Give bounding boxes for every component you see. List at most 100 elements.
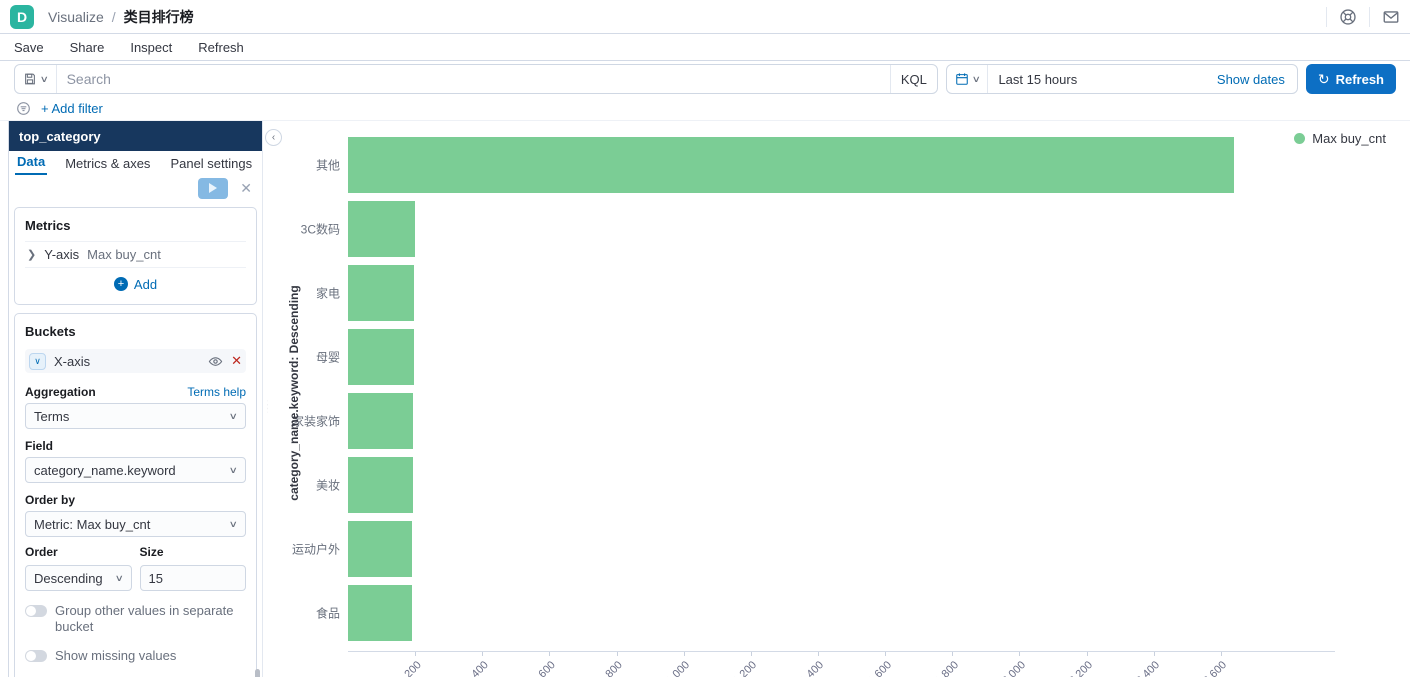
x-tick-label: 800 (603, 659, 626, 677)
bar-家装家饰[interactable] (348, 393, 413, 449)
breadcrumb-current: 类目排行榜 (123, 8, 194, 25)
order-label: Order (25, 545, 58, 559)
menu-item-share[interactable]: Share (70, 40, 105, 55)
bucket-x-axis-row[interactable]: ∨ X-axis ✕ (25, 349, 246, 373)
menu-item-save[interactable]: Save (14, 40, 44, 55)
header-actions (1314, 0, 1400, 33)
breadcrumb: Visualize / 类目排行榜 (48, 7, 194, 27)
bar-家电[interactable] (348, 265, 414, 321)
play-icon (209, 183, 218, 193)
x-tick-mark (482, 652, 484, 656)
filter-icon (17, 102, 30, 115)
space-avatar[interactable]: D (10, 4, 34, 29)
legend-label: Max buy_cnt (1312, 131, 1386, 146)
category-label-食品: 食品 (315, 606, 340, 621)
x-tick-label: 2,200 (1067, 659, 1096, 677)
toggle-show-missing-values[interactable]: Show missing values (25, 648, 246, 664)
add-metric-button[interactable]: + Add (25, 274, 246, 294)
date-picker: ∨ Last 15 hours Show dates (945, 64, 1298, 94)
chevron-right-icon: ❯ (27, 249, 37, 261)
toggle-group-other-values-in-separate-bucket[interactable]: Group other values in separate bucket (25, 603, 246, 636)
main-content: top_category Data Metrics & axes Panel set… (0, 121, 1410, 677)
toggle-label: Show missing values (55, 647, 177, 663)
order-select[interactable]: Descending ∨ (25, 565, 132, 591)
chevron-down-icon[interactable]: ∨ (29, 352, 46, 370)
category-label-美妆: 美妆 (315, 478, 340, 493)
field-label: Field (25, 439, 54, 453)
x-tick-label: 200 (402, 659, 424, 677)
index-pattern-title: top_category (9, 121, 262, 151)
x-tick-mark (885, 652, 887, 656)
discard-changes-icon[interactable]: ✕ (240, 180, 252, 197)
tab-metrics-axes[interactable]: Metrics & axes (63, 156, 152, 175)
date-quick-select-button[interactable]: ∨ (947, 65, 989, 93)
bar-运动户外[interactable] (348, 521, 412, 577)
metrics-title: Metrics (25, 218, 71, 233)
category-label-3c数码: 3C数码 (300, 222, 340, 237)
toggle-label: Group other values in separate bucket (55, 603, 234, 635)
legend-item[interactable]: Max buy_cnt (1294, 131, 1386, 146)
x-tick-mark (1019, 652, 1021, 656)
menu-item-inspect[interactable]: Inspect (130, 40, 172, 55)
tab-data[interactable]: Data (15, 154, 48, 175)
size-input[interactable] (139, 565, 246, 591)
help-icon[interactable] (1339, 8, 1357, 26)
chevron-down-icon: ∨ (39, 73, 49, 84)
x-tick-mark (549, 652, 551, 656)
aggregation-select[interactable]: Terms ∨ (25, 403, 246, 429)
size-label: Size (139, 545, 164, 559)
bar-其他[interactable] (348, 137, 1234, 193)
toggle-switch[interactable] (25, 649, 47, 662)
x-tick-label: 1,600 (865, 659, 894, 677)
add-filter-button[interactable]: + Add filter (41, 101, 103, 116)
bar-母婴[interactable] (348, 329, 414, 385)
apply-changes-button[interactable] (198, 177, 229, 199)
eye-icon[interactable] (208, 354, 223, 369)
top-nav-menu: Save Share Inspect Refresh (0, 34, 1410, 61)
sidebar-scrollbar[interactable] (255, 668, 260, 677)
category-label-家电: 家电 (315, 286, 340, 301)
order-by-select[interactable]: Metric: Max buy_cnt ∨ (25, 511, 246, 537)
metric-y-axis-row[interactable]: ❯ Y-axis Max buy_cnt (25, 241, 246, 268)
x-tick-label: 2,600 (1201, 659, 1230, 677)
remove-bucket-icon[interactable]: ✕ (231, 353, 242, 369)
x-tick-mark (750, 652, 752, 656)
show-dates-button[interactable]: Show dates (1205, 72, 1297, 87)
x-tick-mark (1086, 652, 1088, 656)
collapse-sidebar-button[interactable]: ‹ (265, 129, 282, 146)
calendar-icon (956, 73, 968, 85)
terms-help-link[interactable]: Terms help (187, 385, 246, 399)
mail-icon[interactable] (1382, 8, 1400, 26)
query-language-button[interactable]: KQL (889, 65, 937, 93)
y-axis-title: category_name.keyword: Descending (287, 285, 301, 501)
bar-3c数码[interactable] (348, 201, 415, 257)
menu-item-refresh[interactable]: Refresh (198, 40, 244, 55)
buckets-title: Buckets (25, 324, 76, 339)
save-query-icon (25, 73, 35, 85)
tab-panel-settings[interactable]: Panel settings (168, 156, 254, 175)
legend-color-dot (1294, 133, 1306, 144)
x-tick-label: 400 (469, 659, 491, 677)
bar-食品[interactable] (348, 585, 412, 641)
breadcrumb-section[interactable]: Visualize (48, 9, 104, 25)
x-tick-label: 2,400 (1134, 659, 1163, 677)
x-tick-mark (1153, 652, 1155, 656)
bar-美妆[interactable] (348, 457, 413, 513)
category-label-家装家饰: 家装家饰 (291, 414, 340, 429)
chevron-down-icon: ∨ (229, 518, 239, 529)
top-header: D Visualize / 类目排行榜 (0, 0, 1410, 34)
refresh-query-button[interactable]: ↻ Refresh (1305, 64, 1396, 94)
time-range-value[interactable]: Last 15 hours (988, 72, 1204, 87)
buckets-card: Buckets ∨ X-axis ✕ Aggregation Terms hel… (14, 313, 257, 677)
app-window: D Visualize / 类目排行榜 Save Share Inspect Refr… (0, 0, 1410, 677)
saved-query-menu-button[interactable]: ∨ (15, 65, 57, 93)
query-toolbar: ∨ KQL ∨ Last 15 hours Show dates ↻ Refre… (0, 61, 1410, 97)
x-tick-mark (952, 652, 954, 656)
vis-editor-sidebar: top_category Data Metrics & axes Panel set… (8, 121, 262, 677)
x-tick-label: 1,200 (731, 659, 760, 677)
search-input[interactable] (56, 65, 890, 93)
field-select[interactable]: category_name.keyword ∨ (25, 457, 246, 483)
toggle-switch[interactable] (25, 605, 47, 617)
plus-icon: + (113, 277, 128, 291)
x-tick-mark (1220, 652, 1222, 656)
